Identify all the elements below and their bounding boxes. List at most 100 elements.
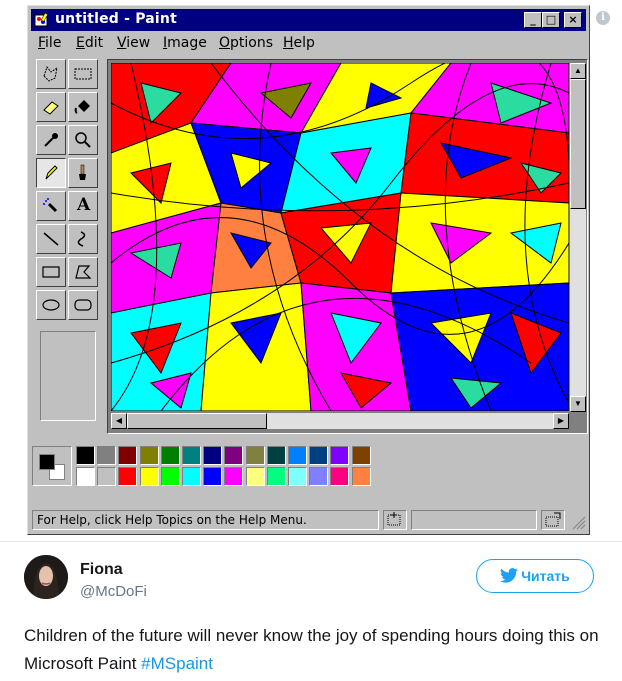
horizontal-scrollbar[interactable]: ◀ ▶ (111, 413, 569, 429)
maximize-icon: □ (545, 13, 557, 26)
tweet-divider (0, 541, 622, 542)
drawing-canvas[interactable] (111, 63, 569, 411)
author-handle[interactable]: @McDoFi (80, 583, 147, 600)
palette-swatch[interactable] (309, 467, 329, 486)
horizontal-scroll-thumb[interactable] (127, 413, 267, 429)
palette-swatch[interactable] (76, 446, 95, 465)
menu-image[interactable]: Image (163, 35, 207, 51)
palette-swatch[interactable] (351, 446, 371, 465)
palette-swatch[interactable] (182, 446, 201, 465)
author-name[interactable]: Fiona (80, 561, 123, 579)
palette-swatch[interactable] (139, 467, 159, 486)
tweet-body: Children of the future will never know t… (24, 626, 599, 673)
eyedropper-icon (44, 133, 58, 147)
palette-swatch[interactable] (224, 446, 244, 465)
palette-swatch[interactable] (245, 467, 265, 486)
vertical-scrollbar[interactable]: ▲ ▼ (570, 63, 586, 412)
tweet-text: Children of the future will never know t… (24, 622, 609, 678)
toolbox: A (36, 59, 102, 429)
selection-size-icon-box (541, 510, 565, 530)
pencil-icon (45, 165, 58, 180)
palette-swatch[interactable] (203, 467, 223, 486)
palette-swatch[interactable] (182, 467, 201, 486)
tool-pencil[interactable] (36, 158, 66, 188)
resize-grip-icon[interactable] (570, 514, 586, 530)
paint-window: untitled - Paint _ □ × File Edit View Im… (27, 5, 590, 535)
palette-swatch[interactable] (288, 467, 307, 486)
paint-app-icon[interactable] (34, 12, 50, 28)
canvas-area: ▲ ▼ ◀ ▶ (107, 59, 588, 434)
scroll-up-button[interactable]: ▲ (570, 63, 586, 79)
window-title: untitled - Paint (55, 11, 177, 27)
minimize-icon: _ (530, 13, 536, 26)
line-icon (43, 232, 59, 246)
avatar[interactable] (24, 555, 68, 599)
palette-swatch[interactable] (139, 446, 159, 465)
tool-text[interactable]: A (68, 191, 98, 221)
tool-fill-with-color[interactable] (68, 92, 98, 122)
info-icon[interactable]: i (596, 11, 610, 25)
vertical-scroll-thumb[interactable] (570, 79, 586, 209)
tool-free-form-select[interactable] (36, 59, 66, 89)
palette-swatch[interactable] (309, 446, 329, 465)
title-bar[interactable]: untitled - Paint _ □ × (31, 9, 586, 31)
tool-curve[interactable] (68, 224, 98, 254)
follow-button[interactable]: Читать (476, 559, 594, 593)
tool-options-box[interactable] (40, 331, 96, 421)
scroll-right-button[interactable]: ▶ (553, 413, 569, 429)
palette-swatch[interactable] (160, 446, 180, 465)
tool-rectangle[interactable] (36, 257, 66, 287)
palette-swatch[interactable] (266, 446, 286, 465)
tool-ellipse[interactable] (36, 290, 66, 320)
palette-swatch[interactable] (288, 446, 307, 465)
palette-swatch[interactable] (97, 467, 117, 486)
palette-swatch[interactable] (76, 467, 95, 486)
palette-swatch[interactable] (224, 467, 244, 486)
tool-airbrush[interactable] (36, 191, 66, 221)
scroll-down-button[interactable]: ▼ (570, 396, 586, 412)
arrow-up-icon: ▲ (574, 66, 582, 75)
palette-swatch[interactable] (160, 467, 180, 486)
tool-select[interactable] (68, 59, 98, 89)
palette-swatch[interactable] (118, 446, 138, 465)
palette-swatch[interactable] (245, 446, 265, 465)
palette-swatch[interactable] (330, 446, 350, 465)
scroll-left-button[interactable]: ◀ (111, 413, 127, 429)
maximize-button[interactable]: □ (542, 12, 560, 28)
palette-swatch[interactable] (351, 467, 371, 486)
tool-line[interactable] (36, 224, 66, 254)
fill-bucket-icon (74, 100, 90, 114)
hashtag-link[interactable]: #MSpaint (141, 654, 213, 673)
brush-icon (79, 164, 86, 180)
current-colors (32, 446, 72, 486)
palette-swatch[interactable] (97, 446, 117, 465)
status-bar: For Help, click Help Topics on the Help … (32, 508, 587, 532)
tool-pick-color[interactable] (36, 125, 66, 155)
menu-options[interactable]: Options (219, 35, 273, 51)
close-button[interactable]: × (564, 12, 582, 28)
menu-help[interactable]: Help (283, 35, 315, 51)
tool-eraser[interactable] (36, 92, 66, 122)
rounded-rectangle-icon (74, 299, 92, 311)
text-tool-icon: A (77, 195, 91, 215)
tool-brush[interactable] (68, 158, 98, 188)
color-palette (32, 446, 382, 488)
tool-rounded-rectangle[interactable] (68, 290, 98, 320)
menu-edit[interactable]: Edit (76, 35, 103, 51)
minimize-button[interactable]: _ (524, 12, 542, 28)
ellipse-icon (42, 299, 60, 311)
follow-button-label: Читать (521, 568, 570, 584)
free-form-select-icon (43, 65, 58, 82)
rectangle-icon (42, 266, 60, 278)
palette-swatch[interactable] (266, 467, 286, 486)
tool-polygon[interactable] (68, 257, 98, 287)
abstract-drawing (111, 63, 569, 411)
avatar-photo (24, 555, 68, 599)
menu-view[interactable]: View (117, 35, 150, 51)
tool-magnifier[interactable] (68, 125, 98, 155)
menu-file[interactable]: File (38, 35, 61, 51)
palette-swatch[interactable] (118, 467, 138, 486)
palette-swatch[interactable] (330, 467, 350, 486)
palette-swatch[interactable] (203, 446, 223, 465)
arrow-down-icon: ▼ (574, 399, 582, 408)
